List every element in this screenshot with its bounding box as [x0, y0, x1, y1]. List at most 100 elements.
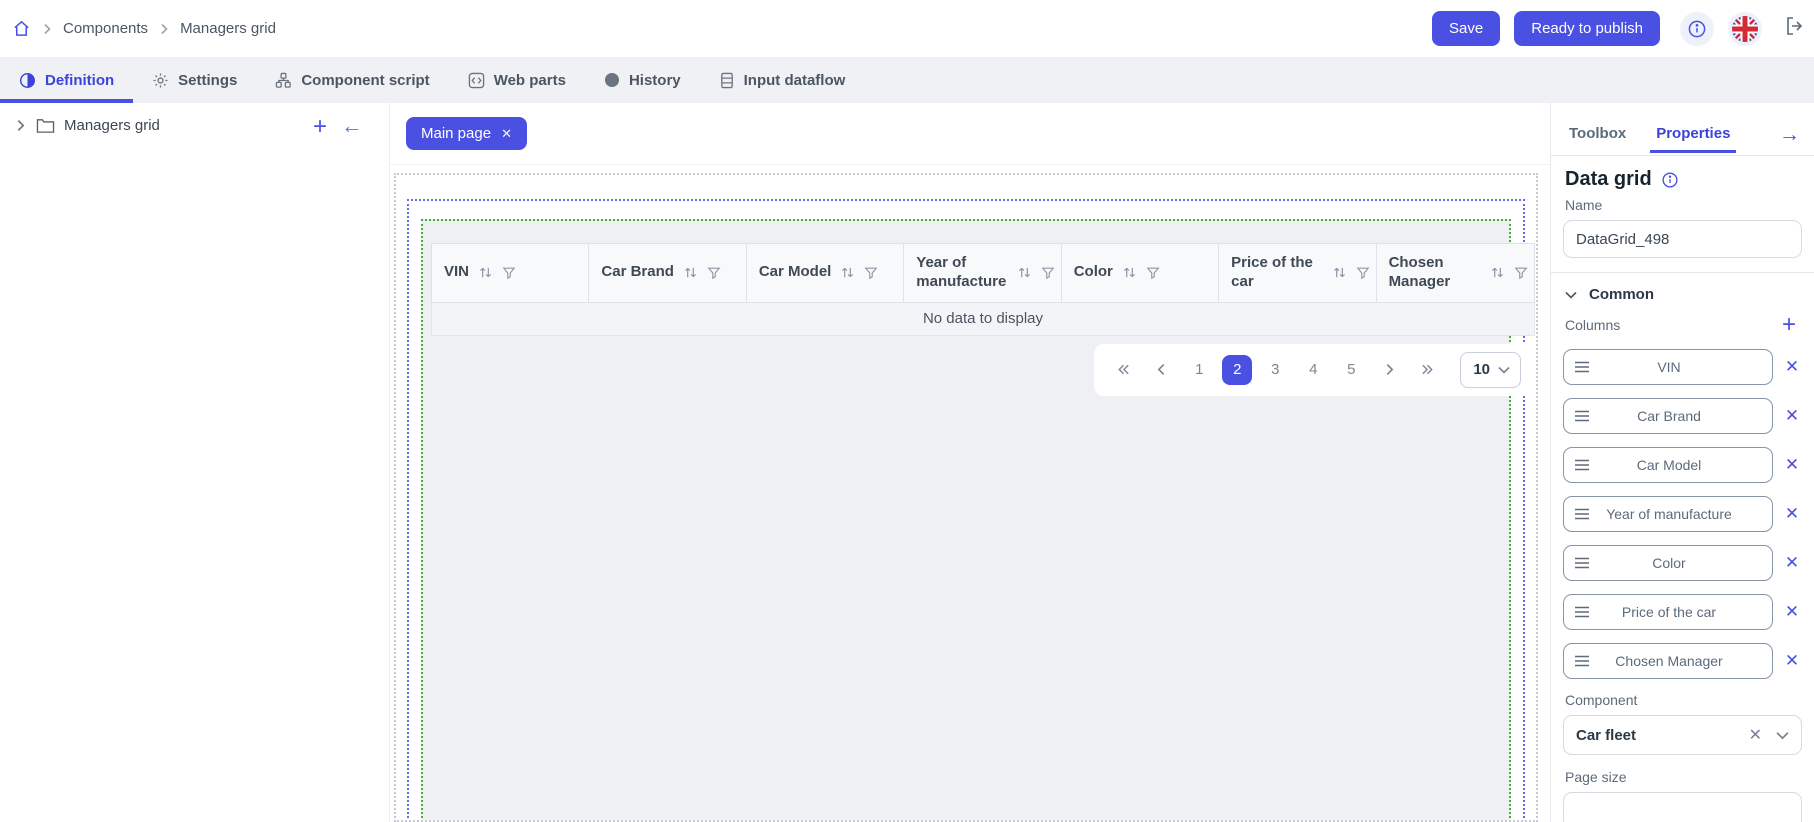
info-icon[interactable] — [1661, 171, 1679, 189]
remove-column-icon[interactable]: ✕ — [1782, 602, 1802, 622]
drag-handle-icon[interactable] — [1574, 410, 1590, 422]
sort-icon[interactable] — [1332, 265, 1347, 280]
page-size-label: Page size — [1565, 769, 1802, 785]
tab-toolbox[interactable]: Toolbox — [1569, 125, 1626, 153]
info-button[interactable] — [1680, 12, 1714, 46]
drag-handle-icon[interactable] — [1574, 655, 1590, 667]
add-column-button[interactable]: + — [1782, 313, 1796, 337]
grid-column-header[interactable]: Car Model — [747, 244, 904, 302]
column-pill[interactable]: VIN — [1563, 349, 1773, 385]
page-size-input[interactable] — [1563, 792, 1802, 822]
tab-history[interactable]: History — [585, 57, 700, 103]
page-size-dropdown[interactable]: 10 — [1460, 352, 1521, 388]
remove-column-icon[interactable]: ✕ — [1782, 651, 1802, 671]
chevron-down-icon[interactable] — [1776, 731, 1789, 740]
sort-icon[interactable] — [1017, 265, 1032, 280]
folder-icon — [36, 117, 55, 134]
filter-icon[interactable] — [1514, 266, 1528, 280]
filter-icon[interactable] — [864, 266, 878, 280]
tab-definition[interactable]: Definition — [0, 57, 133, 103]
grid-column-header[interactable]: VIN — [432, 244, 589, 302]
component-select[interactable]: Car fleet ✕ — [1563, 715, 1802, 755]
common-section-toggle[interactable]: Common — [1565, 286, 1802, 303]
column-item: Chosen Manager ✕ — [1563, 643, 1802, 679]
sort-icon[interactable] — [840, 265, 855, 280]
language-button[interactable] — [1728, 12, 1762, 46]
tab-properties[interactable]: Properties — [1656, 125, 1730, 153]
column-pill[interactable]: Chosen Manager — [1563, 643, 1773, 679]
collapse-sidebar-arrow[interactable]: ← — [341, 115, 363, 137]
page-button[interactable]: 3 — [1260, 355, 1290, 385]
filter-icon[interactable] — [1041, 266, 1055, 280]
grid-column-header[interactable]: Color — [1062, 244, 1219, 302]
breadcrumb: Components Managers grid — [12, 19, 276, 38]
save-button[interactable]: Save — [1432, 11, 1500, 46]
add-page-button[interactable]: + — [313, 115, 327, 139]
page-button[interactable]: 5 — [1336, 355, 1366, 385]
filter-icon[interactable] — [707, 266, 721, 280]
sort-icon[interactable] — [1490, 265, 1505, 280]
previous-page-button[interactable] — [1146, 355, 1176, 385]
column-pill[interactable]: Price of the car — [1563, 594, 1773, 630]
page-button[interactable]: 1 — [1184, 355, 1214, 385]
column-item: Price of the car ✕ — [1563, 594, 1802, 630]
page-container-outline[interactable]: VIN Car Brand Car Model — [394, 173, 1538, 822]
page-button-active[interactable]: 2 — [1222, 355, 1252, 385]
tree-item-label: Managers grid — [64, 117, 160, 134]
logout-button[interactable] — [1784, 15, 1806, 42]
clear-selection-icon[interactable]: ✕ — [1749, 725, 1762, 745]
tab-web-parts[interactable]: Web parts — [449, 57, 585, 103]
component-label: Component — [1565, 692, 1802, 708]
tab-settings[interactable]: Settings — [133, 57, 256, 103]
remove-column-icon[interactable]: ✕ — [1782, 357, 1802, 377]
grid-column-header[interactable]: Price of the car — [1219, 244, 1376, 302]
grid-column-header[interactable]: Year of manufacture — [904, 244, 1061, 302]
grid-header-row: VIN Car Brand Car Model — [431, 243, 1535, 303]
chevron-down-icon — [1498, 366, 1510, 374]
column-pill[interactable]: Car Model — [1563, 447, 1773, 483]
grid-column-header[interactable]: Car Brand — [589, 244, 746, 302]
breadcrumb-components[interactable]: Components — [63, 20, 148, 37]
column-item: Color ✕ — [1563, 545, 1802, 581]
drag-handle-icon[interactable] — [1574, 508, 1590, 520]
first-page-button[interactable] — [1108, 355, 1138, 385]
grid-column-header[interactable]: Chosen Manager — [1377, 244, 1534, 302]
chevron-expand-icon[interactable] — [14, 119, 27, 132]
chevron-down-icon — [1565, 291, 1577, 299]
drag-handle-icon[interactable] — [1574, 606, 1590, 618]
tab-component-script[interactable]: Component script — [256, 57, 448, 103]
name-input[interactable] — [1563, 220, 1802, 258]
sort-icon[interactable] — [683, 265, 698, 280]
remove-column-icon[interactable]: ✕ — [1782, 406, 1802, 426]
sort-icon[interactable] — [478, 265, 493, 280]
page-button[interactable]: 4 — [1298, 355, 1328, 385]
column-pill[interactable]: Color — [1563, 545, 1773, 581]
remove-column-icon[interactable]: ✕ — [1782, 455, 1802, 475]
drag-handle-icon[interactable] — [1574, 361, 1590, 373]
column-pill[interactable]: Car Brand — [1563, 398, 1773, 434]
collapse-panel-arrow[interactable]: → — [1779, 123, 1800, 155]
next-page-button[interactable] — [1374, 355, 1404, 385]
data-grid-preview[interactable]: VIN Car Brand Car Model — [431, 243, 1535, 336]
filter-icon[interactable] — [502, 266, 516, 280]
drag-handle-icon[interactable] — [1574, 557, 1590, 569]
home-icon[interactable] — [12, 19, 31, 38]
main-page-chip[interactable]: Main page ✕ — [406, 117, 527, 150]
close-icon[interactable]: ✕ — [501, 126, 512, 142]
last-page-button[interactable] — [1412, 355, 1442, 385]
remove-column-icon[interactable]: ✕ — [1782, 553, 1802, 573]
name-label: Name — [1565, 197, 1802, 213]
tab-input-dataflow[interactable]: Input dataflow — [700, 57, 865, 103]
filter-icon[interactable] — [1146, 266, 1160, 280]
ready-to-publish-button[interactable]: Ready to publish — [1514, 11, 1660, 46]
filter-icon[interactable] — [1356, 266, 1370, 280]
column-pill[interactable]: Year of manufacture — [1563, 496, 1773, 532]
settings-gear-icon — [152, 72, 169, 89]
pages-sidebar: Managers grid + ← — [0, 103, 390, 822]
tree-item-managers-grid[interactable]: Managers grid — [0, 103, 389, 134]
drag-handle-icon[interactable] — [1574, 459, 1590, 471]
layout-container-outline[interactable]: VIN Car Brand Car Model — [407, 199, 1525, 822]
selected-datagrid-outline[interactable]: VIN Car Brand Car Model — [421, 219, 1511, 822]
sort-icon[interactable] — [1122, 265, 1137, 280]
remove-column-icon[interactable]: ✕ — [1782, 504, 1802, 524]
